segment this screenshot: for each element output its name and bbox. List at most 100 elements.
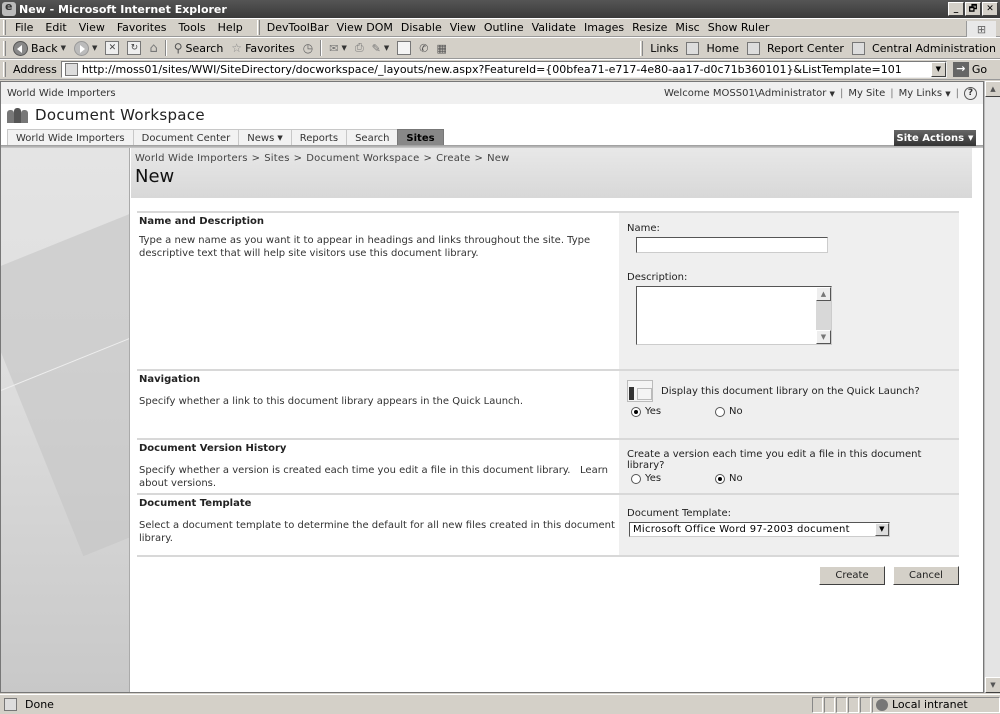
link-home[interactable]: Home (682, 41, 742, 55)
radio-label: Yes (645, 473, 662, 484)
address-input[interactable]: http://moss01/sites/WWI/SiteDirectory/do… (60, 61, 947, 78)
help-icon[interactable]: ? (964, 86, 977, 100)
tab-search[interactable]: Search (346, 129, 399, 146)
toolbar-grip[interactable] (3, 20, 6, 35)
breadcrumb-separator: > (474, 153, 484, 164)
scroll-down-icon[interactable]: ▼ (985, 677, 1000, 693)
minimize-button[interactable]: _ (948, 2, 964, 16)
cancel-button[interactable]: Cancel (893, 566, 959, 585)
forward-button[interactable]: ▼ (70, 40, 101, 56)
devtool-view-dom[interactable]: View DOM (333, 21, 397, 34)
create-button[interactable]: Create (819, 566, 885, 585)
menu-file[interactable]: File (9, 21, 39, 34)
devtool-show-ruler[interactable]: Show Ruler (704, 21, 774, 34)
radio-selected-icon (715, 473, 725, 484)
star-icon: ☆ (231, 41, 243, 55)
workspace-title-text[interactable]: Document Workspace (35, 106, 205, 124)
link-report-center[interactable]: Report Center (743, 41, 848, 55)
menu-edit[interactable]: Edit (39, 21, 72, 34)
my-links-menu[interactable]: My Links ▼ (899, 88, 951, 99)
edit-button[interactable]: ✎ ▼ (368, 42, 394, 55)
messenger-button[interactable]: ✆ (415, 42, 432, 55)
page-icon (686, 41, 700, 55)
search-button[interactable]: ⚲ Search (170, 41, 228, 55)
menu-favorites[interactable]: Favorites (111, 21, 173, 34)
versioning-yes-radio[interactable]: Yes (631, 473, 715, 484)
breadcrumb-item[interactable]: Sites (264, 153, 289, 164)
address-label: Address (13, 63, 57, 76)
restore-button[interactable]: 🗗 (965, 2, 981, 16)
scroll-down-icon[interactable]: ▼ (816, 330, 831, 344)
print-icon: ⎙ (354, 41, 364, 54)
chevron-down-icon[interactable]: ▼ (384, 44, 389, 52)
breadcrumb-item[interactable]: Document Workspace (306, 153, 419, 164)
refresh-button[interactable]: ↻ (123, 41, 145, 55)
scroll-up-icon[interactable]: ▲ (985, 81, 1000, 97)
description-textarea[interactable]: ▲ ▼ (636, 286, 832, 345)
devtool-resize[interactable]: Resize (628, 21, 671, 34)
status-cell (860, 696, 871, 713)
toolbar-grip[interactable] (256, 20, 260, 35)
go-button[interactable]: → Go (952, 62, 987, 77)
tab-world-wide-importers[interactable]: World Wide Importers (7, 129, 134, 146)
quick-launch-yes-radio[interactable]: Yes (631, 406, 715, 417)
mail-button[interactable]: ✉ ▼ (325, 42, 351, 55)
site-name-link[interactable]: World Wide Importers (7, 88, 116, 99)
devtool-misc[interactable]: Misc (671, 21, 703, 34)
name-input[interactable] (636, 237, 828, 253)
stop-button[interactable]: ✕ (101, 41, 123, 55)
toolbar-grip[interactable] (3, 40, 6, 56)
toolbar-grip[interactable] (640, 40, 644, 56)
page-scrollbar[interactable]: ▲ ▼ (984, 81, 1000, 693)
radio-selected-icon (631, 406, 641, 417)
close-button[interactable]: ✕ (982, 2, 998, 16)
quick-launch-no-radio[interactable]: No (715, 406, 743, 417)
tab-label: Sites (406, 132, 435, 144)
my-site-link[interactable]: My Site (848, 88, 885, 99)
link-label: Report Center (766, 41, 844, 55)
history-button[interactable]: ◷ (299, 41, 317, 55)
chevron-down-icon[interactable]: ▼ (341, 44, 346, 52)
favorites-button[interactable]: ☆ Favorites (227, 41, 298, 55)
breadcrumb-separator: > (293, 153, 303, 164)
devtool-validate[interactable]: Validate (528, 21, 580, 34)
scroll-up-icon[interactable]: ▲ (816, 287, 831, 301)
devtool-devtoolbar[interactable]: DevToolBar (263, 21, 333, 34)
toolbar-grip[interactable] (3, 62, 6, 77)
versioning-no-radio[interactable]: No (715, 473, 743, 484)
discuss-button[interactable] (393, 41, 415, 55)
textarea-scrollbar[interactable]: ▲ ▼ (816, 287, 831, 344)
devtool-images[interactable]: Images (580, 21, 628, 34)
devtool-disable[interactable]: Disable (397, 21, 446, 34)
research-button[interactable]: ▦ (433, 42, 451, 55)
tab-document-center[interactable]: Document Center (132, 129, 240, 146)
home-button[interactable]: ⌂ (145, 41, 161, 56)
document-template-select[interactable]: Microsoft Office Word 97-2003 document ▼ (629, 522, 890, 537)
tab-news[interactable]: News ▼ (238, 129, 292, 146)
devtool-view[interactable]: View (446, 21, 480, 34)
home-icon: ⌂ (149, 40, 158, 56)
address-dropdown-button[interactable]: ▼ (930, 62, 946, 77)
menu-view[interactable]: View (73, 21, 111, 34)
menu-tools[interactable]: Tools (173, 21, 212, 34)
welcome-menu[interactable]: Welcome MOSS01\Administrator ▼ (664, 88, 835, 99)
devtool-outline[interactable]: Outline (480, 21, 528, 34)
tab-sites[interactable]: Sites (397, 129, 444, 146)
breadcrumb-item[interactable]: Create (436, 153, 470, 164)
print-button[interactable]: ⎙ (351, 41, 368, 55)
chevron-down-icon[interactable]: ▼ (92, 44, 97, 52)
tab-reports[interactable]: Reports (290, 129, 348, 146)
back-button[interactable]: Back ▼ (9, 40, 70, 56)
menu-help[interactable]: Help (212, 21, 249, 34)
address-bar: Address http://moss01/sites/WWI/SiteDire… (0, 59, 1000, 80)
link-central-administration[interactable]: Central Administration (848, 41, 1000, 55)
tab-label: Search (355, 132, 390, 144)
site-actions-button[interactable]: Site Actions ▼ (894, 130, 976, 146)
breadcrumb-item[interactable]: World Wide Importers (135, 153, 248, 164)
chevron-down-icon[interactable]: ▼ (61, 44, 66, 52)
radio-label: No (729, 473, 743, 484)
security-zone[interactable]: Local intranet (872, 696, 1000, 713)
divider: | (839, 87, 844, 99)
versioning-question: Create a version each time you edit a fi… (627, 449, 922, 471)
chevron-down-icon[interactable]: ▼ (875, 523, 889, 536)
